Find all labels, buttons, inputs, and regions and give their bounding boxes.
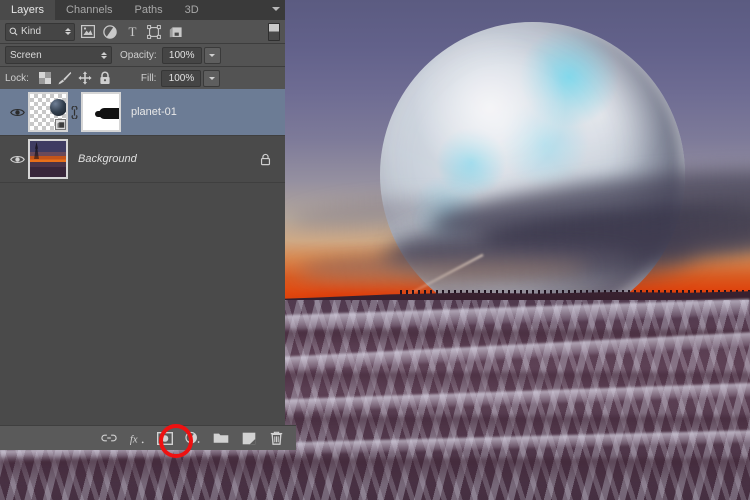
layers-panel-toolbar[interactable]: fx [0, 425, 296, 450]
layer-style-fx-button[interactable]: fx [128, 430, 145, 447]
svg-text:fx: fx [129, 434, 137, 445]
tab-3d[interactable]: 3D [174, 0, 210, 20]
filter-shape-layers-icon[interactable] [145, 23, 163, 40]
filter-enable-toggle[interactable] [268, 23, 280, 41]
filter-pixel-layers-icon[interactable] [79, 23, 97, 40]
filter-adjustment-layers-icon[interactable] [101, 23, 119, 40]
tab-channels-label: Channels [66, 4, 112, 16]
panel-menu-arrow-icon[interactable] [272, 7, 280, 11]
fill-slider-dropdown[interactable] [203, 70, 220, 87]
mask-paint-stroke [95, 111, 109, 117]
lock-options-bar[interactable]: Lock: Fill: [0, 67, 285, 90]
filter-smart-objects-icon[interactable] [167, 23, 185, 40]
smart-object-badge-icon [55, 119, 66, 130]
link-layers-button[interactable] [100, 430, 117, 447]
lock-label: Lock: [5, 73, 29, 84]
delete-layer-button[interactable] [268, 430, 285, 447]
layer-thumbnail-planet[interactable] [28, 92, 68, 132]
fill-label: Fill: [141, 73, 157, 84]
tab-layers-label: Layers [11, 4, 44, 16]
filter-kind-label: Kind [21, 26, 62, 37]
updown-stepper-icon[interactable] [65, 28, 71, 35]
layer-mask-thumbnail[interactable] [81, 92, 121, 132]
layer-locked-padlock-icon [260, 153, 271, 166]
fill-value: 100% [169, 73, 195, 84]
eye-visibility-icon[interactable] [6, 136, 28, 182]
tab-paths-label: Paths [135, 4, 163, 16]
new-layer-button[interactable] [240, 430, 257, 447]
layer-list[interactable]: planet-01 Background [0, 89, 285, 426]
blend-mode-bar[interactable]: Screen Opacity: 100% [0, 44, 285, 67]
layers-panel[interactable]: Layers Channels Paths 3D Kind [0, 0, 285, 450]
blend-mode-select[interactable]: Screen [5, 46, 112, 64]
planet-thumbnail-sphere [50, 99, 67, 116]
opacity-slider-dropdown[interactable] [204, 47, 221, 64]
tab-channels[interactable]: Channels [55, 0, 123, 20]
add-layer-mask-button[interactable] [156, 430, 173, 447]
filter-type-layers-icon[interactable]: T [123, 23, 141, 40]
blend-mode-stepper-icon[interactable] [101, 52, 107, 59]
layer-row-background[interactable]: Background [0, 136, 285, 183]
layer-filter-bar[interactable]: Kind T [0, 20, 285, 44]
lock-image-pixels-brush-icon[interactable] [55, 69, 75, 87]
svg-text:T: T [128, 25, 136, 38]
blend-mode-value: Screen [10, 50, 101, 61]
fill-input[interactable]: 100% [161, 70, 201, 87]
new-group-button[interactable] [212, 430, 229, 447]
lock-transparent-pixels-icon[interactable] [35, 69, 55, 87]
tab-paths[interactable]: Paths [124, 0, 174, 20]
layer-name-planet-01[interactable]: planet-01 [131, 106, 177, 118]
filter-kind-select[interactable]: Kind [5, 23, 75, 41]
opacity-label: Opacity: [120, 50, 157, 61]
panel-tab-bar[interactable]: Layers Channels Paths 3D [0, 0, 285, 20]
opacity-value: 100% [169, 50, 195, 61]
layer-thumbnail-background[interactable] [28, 139, 68, 179]
lock-position-move-icon[interactable] [75, 69, 95, 87]
eye-visibility-icon[interactable] [6, 89, 28, 135]
background-thumbnail-art [30, 141, 66, 177]
rock-shadow [0, 458, 750, 484]
lock-all-padlock-icon[interactable] [95, 69, 115, 87]
layer-row-planet-01[interactable]: planet-01 [0, 89, 285, 136]
new-adjustment-layer-button[interactable] [184, 430, 201, 447]
search-icon [9, 27, 18, 36]
opacity-input[interactable]: 100% [162, 47, 202, 64]
tab-3d-label: 3D [185, 4, 199, 16]
tab-layers[interactable]: Layers [0, 0, 55, 20]
layer-name-background[interactable]: Background [78, 153, 137, 165]
mask-link-icon[interactable] [68, 106, 81, 119]
